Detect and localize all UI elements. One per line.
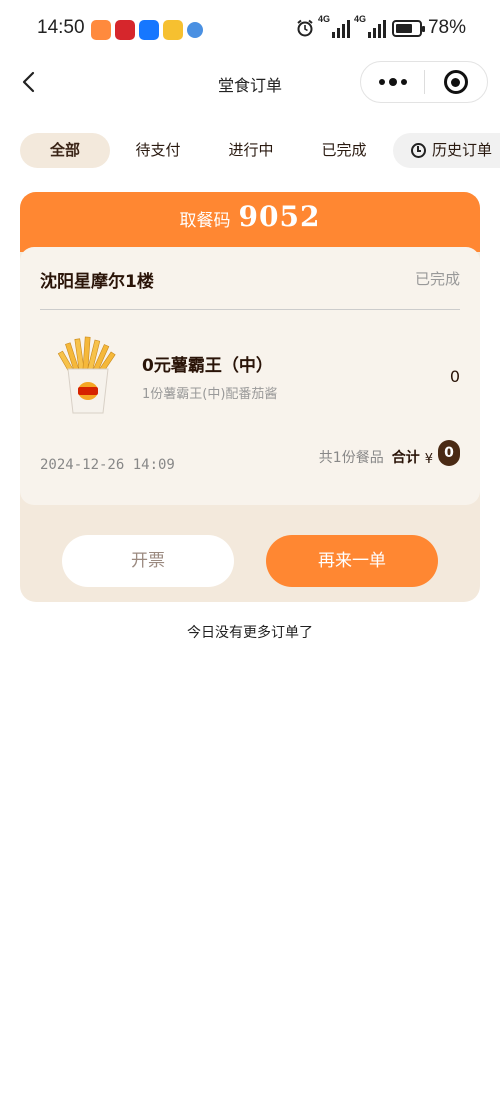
pickup-header: 取餐码 9052 <box>20 192 480 252</box>
fries-image <box>57 336 116 414</box>
store-name: 沈阳星摩尔1楼 <box>40 272 154 292</box>
bank-icon <box>115 20 135 40</box>
item-description: 1份薯霸王(中)配番茄酱 <box>142 387 278 402</box>
alarm-icon <box>297 19 313 37</box>
order-date: 2024-12-26 14:09 <box>40 457 175 473</box>
signal-icon: 4G <box>318 14 350 38</box>
item-count: 共1份餐品 <box>318 450 384 466</box>
total-amount: 0 <box>438 440 460 466</box>
order-card: 取餐码 9052 沈阳星摩尔1楼 已完成 0元薯霸王（中） 1份薯霸王(中)配番… <box>20 192 480 602</box>
tab-in-progress[interactable]: 进行中 <box>207 133 295 168</box>
pickup-code: 9052 <box>238 200 321 233</box>
battery-icon <box>391 19 425 37</box>
network-type-2: 4G <box>353 14 366 24</box>
tab-history-label: 历史订单 <box>432 141 493 159</box>
status-right: 4G 4G 78% <box>296 14 466 39</box>
tab-completed[interactable]: 已完成 <box>300 133 388 168</box>
signal-icon-2: 4G <box>354 14 386 38</box>
no-more-orders-text: 今日没有更多订单了 <box>187 625 313 641</box>
currency-symbol: ¥ <box>424 451 433 467</box>
total-label: 合计 <box>391 450 420 466</box>
mini-program-capsule <box>360 61 488 103</box>
order-status: 已完成 <box>414 270 460 288</box>
tab-all[interactable]: 全部 <box>20 133 110 168</box>
target-icon <box>443 70 468 94</box>
taobao-icon <box>91 20 111 40</box>
invoice-button[interactable]: 开票 <box>62 535 234 587</box>
order-tabs: 全部 待支付 进行中 已完成 历史订单 <box>20 133 500 168</box>
status-time: 14:50 <box>37 17 85 38</box>
tab-history[interactable]: 历史订单 <box>393 133 500 168</box>
mail-icon <box>163 20 183 40</box>
clock-icon <box>411 143 426 158</box>
divider <box>40 309 460 310</box>
more-button[interactable] <box>361 62 424 102</box>
pickup-code-label: 取餐码 <box>179 211 231 231</box>
item-price: 0 <box>449 367 460 386</box>
order-summary: 共1份餐品 合计 ¥ 0 <box>318 440 460 467</box>
item-name: 0元薯霸王（中） <box>142 356 273 376</box>
browser-icon <box>187 22 203 38</box>
order-details[interactable]: 沈阳星摩尔1楼 已完成 0元薯霸王（中） 1份薯霸王(中)配番茄酱 0 2024… <box>20 247 480 505</box>
notification-icons <box>91 20 203 40</box>
status-bar: 14:50 4G 4G 78% <box>0 0 500 60</box>
tab-pending-payment[interactable]: 待支付 <box>114 133 202 168</box>
battery-percent: 78% <box>427 17 466 38</box>
alipay-icon <box>139 20 159 40</box>
network-type: 4G <box>317 14 330 24</box>
reorder-button[interactable]: 再来一单 <box>266 535 438 587</box>
nav-bar: 堂食订单 <box>0 60 500 106</box>
close-mini-program-button[interactable] <box>425 62 487 102</box>
